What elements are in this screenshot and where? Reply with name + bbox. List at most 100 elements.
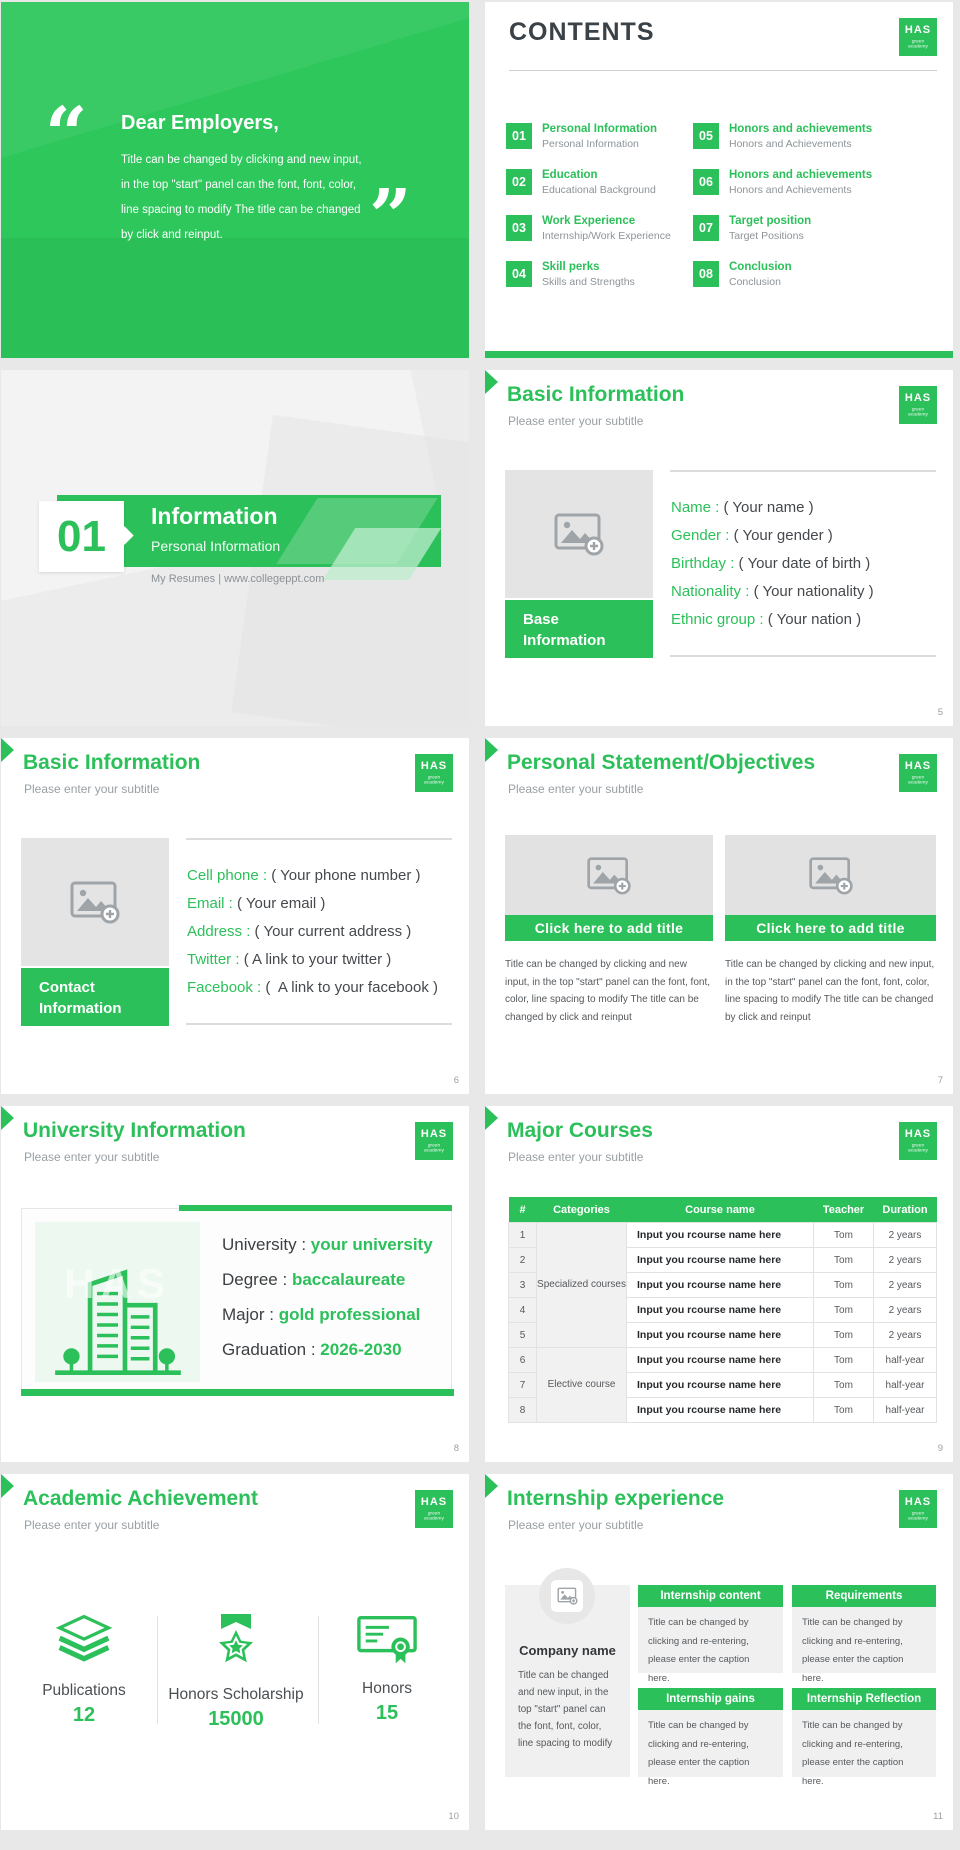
title-marker-icon xyxy=(485,370,498,394)
item-title: Conclusion xyxy=(729,261,792,273)
cell-teacher: Tom xyxy=(813,1322,874,1348)
field-row: Cell phone : ( Your phone number ) xyxy=(187,862,438,890)
add-title-button[interactable]: Click here to add title xyxy=(505,915,713,941)
slide-academic-achievement[interactable]: Academic Achievement Please enter your s… xyxy=(1,1474,469,1830)
card-title-bar[interactable]: Internship gains xyxy=(638,1688,783,1710)
close-quote-icon: ” xyxy=(369,174,412,260)
has-logo: HAS green academy xyxy=(899,386,937,424)
title-marker-icon xyxy=(485,738,498,762)
title-marker-icon xyxy=(1,738,14,762)
photo-placeholder[interactable] xyxy=(505,470,653,598)
cell-duration: 2 years xyxy=(873,1247,937,1273)
cell-index: 3 xyxy=(508,1272,537,1298)
cell-index: 8 xyxy=(508,1397,537,1423)
photo-placeholder[interactable] xyxy=(725,835,936,915)
card-title-bar[interactable]: Requirements xyxy=(792,1585,936,1607)
field-row: Name : ( Your name ) xyxy=(671,494,874,522)
page-number: 9 xyxy=(937,1443,943,1454)
watermark-text: HAS xyxy=(64,1260,171,1307)
field-separator: : xyxy=(252,979,266,996)
slide-subtitle: Please enter your subtitle xyxy=(508,1518,644,1532)
field-label: Name xyxy=(671,499,712,516)
item-title: Honors and achievements xyxy=(729,169,873,181)
cell-index: 4 xyxy=(508,1297,537,1323)
achievement-label: Honors Scholarship xyxy=(168,1686,304,1703)
field-value: your university xyxy=(310,1235,433,1254)
image-add-icon xyxy=(554,513,604,556)
company-logo-placeholder[interactable] xyxy=(539,1568,595,1624)
field-row: Nationality : ( Your nationality ) xyxy=(671,578,874,606)
slide-title: Major Courses xyxy=(507,1119,653,1142)
divider xyxy=(670,470,936,472)
slide-university-information[interactable]: University Information Please enter your… xyxy=(1,1106,469,1462)
card-title-bar[interactable]: Internship content xyxy=(638,1585,783,1607)
field-row: Gender : ( Your gender ) xyxy=(671,522,874,550)
field-separator: : xyxy=(264,1305,279,1324)
field-label: Nationality xyxy=(671,583,742,600)
logo-text: HAS xyxy=(904,392,932,404)
add-title-button[interactable]: Click here to add title xyxy=(725,915,936,941)
item-subtitle: Skills and Strengths xyxy=(542,276,635,288)
cell-index: 2 xyxy=(508,1247,537,1273)
field-label: Birthday xyxy=(671,555,727,572)
slide-title: University Information xyxy=(23,1119,246,1142)
slide-major-courses[interactable]: Major Courses Please enter your subtitle… xyxy=(485,1106,953,1462)
field-row: Twitter : ( A link to your twitter ) xyxy=(187,946,438,974)
slide-section-divider[interactable]: 01 Information Personal Information My R… xyxy=(1,370,469,726)
cell-index: 6 xyxy=(508,1347,537,1373)
logo-text: HAS xyxy=(420,1128,448,1140)
slide-cover-quote[interactable]: “ Dear Employers, Title can be changed b… xyxy=(1,2,469,358)
logo-text: HAS xyxy=(420,1496,448,1508)
slide-title: Internship experience xyxy=(507,1487,725,1510)
cell-teacher: Tom xyxy=(813,1272,874,1298)
statement-body: Title can be changed by clicking and new… xyxy=(505,959,711,1023)
table-header-row: # Categories Course name Teacher Duratio… xyxy=(508,1197,937,1223)
slides-gallery-page: “ Dear Employers, Title can be changed b… xyxy=(0,0,960,1850)
university-panel: HAS University : your university Degree … xyxy=(21,1205,454,1396)
col-header-index: # xyxy=(508,1197,537,1223)
cell-duration: half-year xyxy=(873,1372,937,1398)
achievement-label: Honors xyxy=(362,1680,412,1697)
title-marker-icon xyxy=(485,1474,498,1498)
slide-basic-information[interactable]: Basic Information Please enter your subt… xyxy=(485,370,953,726)
has-logo: HAS green academy xyxy=(899,18,937,56)
cell-course: Input you rcourse name here xyxy=(626,1397,814,1423)
card-title-bar[interactable]: Internship Reflection xyxy=(792,1688,936,1710)
cell-duration: 2 years xyxy=(873,1222,937,1248)
slide-internship-experience[interactable]: Internship experience Please enter your … xyxy=(485,1474,953,1830)
col-header-categories: Categories xyxy=(536,1197,627,1223)
cell-teacher: Tom xyxy=(813,1397,874,1423)
field-label: Degree xyxy=(222,1270,278,1289)
has-logo: HAS green academy xyxy=(415,1490,453,1528)
field-separator: : xyxy=(721,527,734,544)
page-number: 10 xyxy=(448,1811,459,1822)
field-label: Address xyxy=(187,923,243,940)
info-fields: Cell phone : ( Your phone number ) Email… xyxy=(187,862,438,1002)
slide-contact-information[interactable]: Basic Information Please enter your subt… xyxy=(1,738,469,1094)
slide-subtitle: Please enter your subtitle xyxy=(508,782,644,796)
cell-duration: half-year xyxy=(873,1347,937,1373)
photo-placeholder[interactable] xyxy=(21,838,169,966)
logo-text: HAS xyxy=(904,1128,932,1140)
section-title: Information xyxy=(151,503,278,529)
item-subtitle: Honors and Achievements xyxy=(729,138,852,150)
slide-personal-statement[interactable]: Personal Statement/Objectives Please ent… xyxy=(485,738,953,1094)
item-subtitle: Conclusion xyxy=(729,276,781,288)
has-logo: HAS green academy xyxy=(415,1122,453,1160)
internship-card-content: Internship content Title can be changed … xyxy=(638,1585,783,1684)
title-marker-icon xyxy=(1,1474,14,1498)
slide-contents[interactable]: CONTENTS HAS green academy 01 Personal I… xyxy=(485,2,953,358)
field-row: Facebook : ( A link to your facebook ) xyxy=(187,974,438,1002)
photo-placeholder[interactable] xyxy=(505,835,713,915)
page-number: 5 xyxy=(937,707,943,718)
item-subtitle: Target Positions xyxy=(729,230,804,242)
field-separator: : xyxy=(306,1340,321,1359)
field-separator: : xyxy=(242,923,255,940)
accent-bar-top xyxy=(179,1205,452,1211)
field-row: Degree : baccalaureate xyxy=(222,1262,433,1297)
title-marker-icon xyxy=(485,1106,498,1130)
open-quote-icon: “ xyxy=(45,92,88,178)
slide-subtitle: Please enter your subtitle xyxy=(24,1150,160,1164)
statement-body: Title can be changed by clicking and new… xyxy=(725,959,935,1023)
field-value: ( Your nation ) xyxy=(767,611,862,628)
